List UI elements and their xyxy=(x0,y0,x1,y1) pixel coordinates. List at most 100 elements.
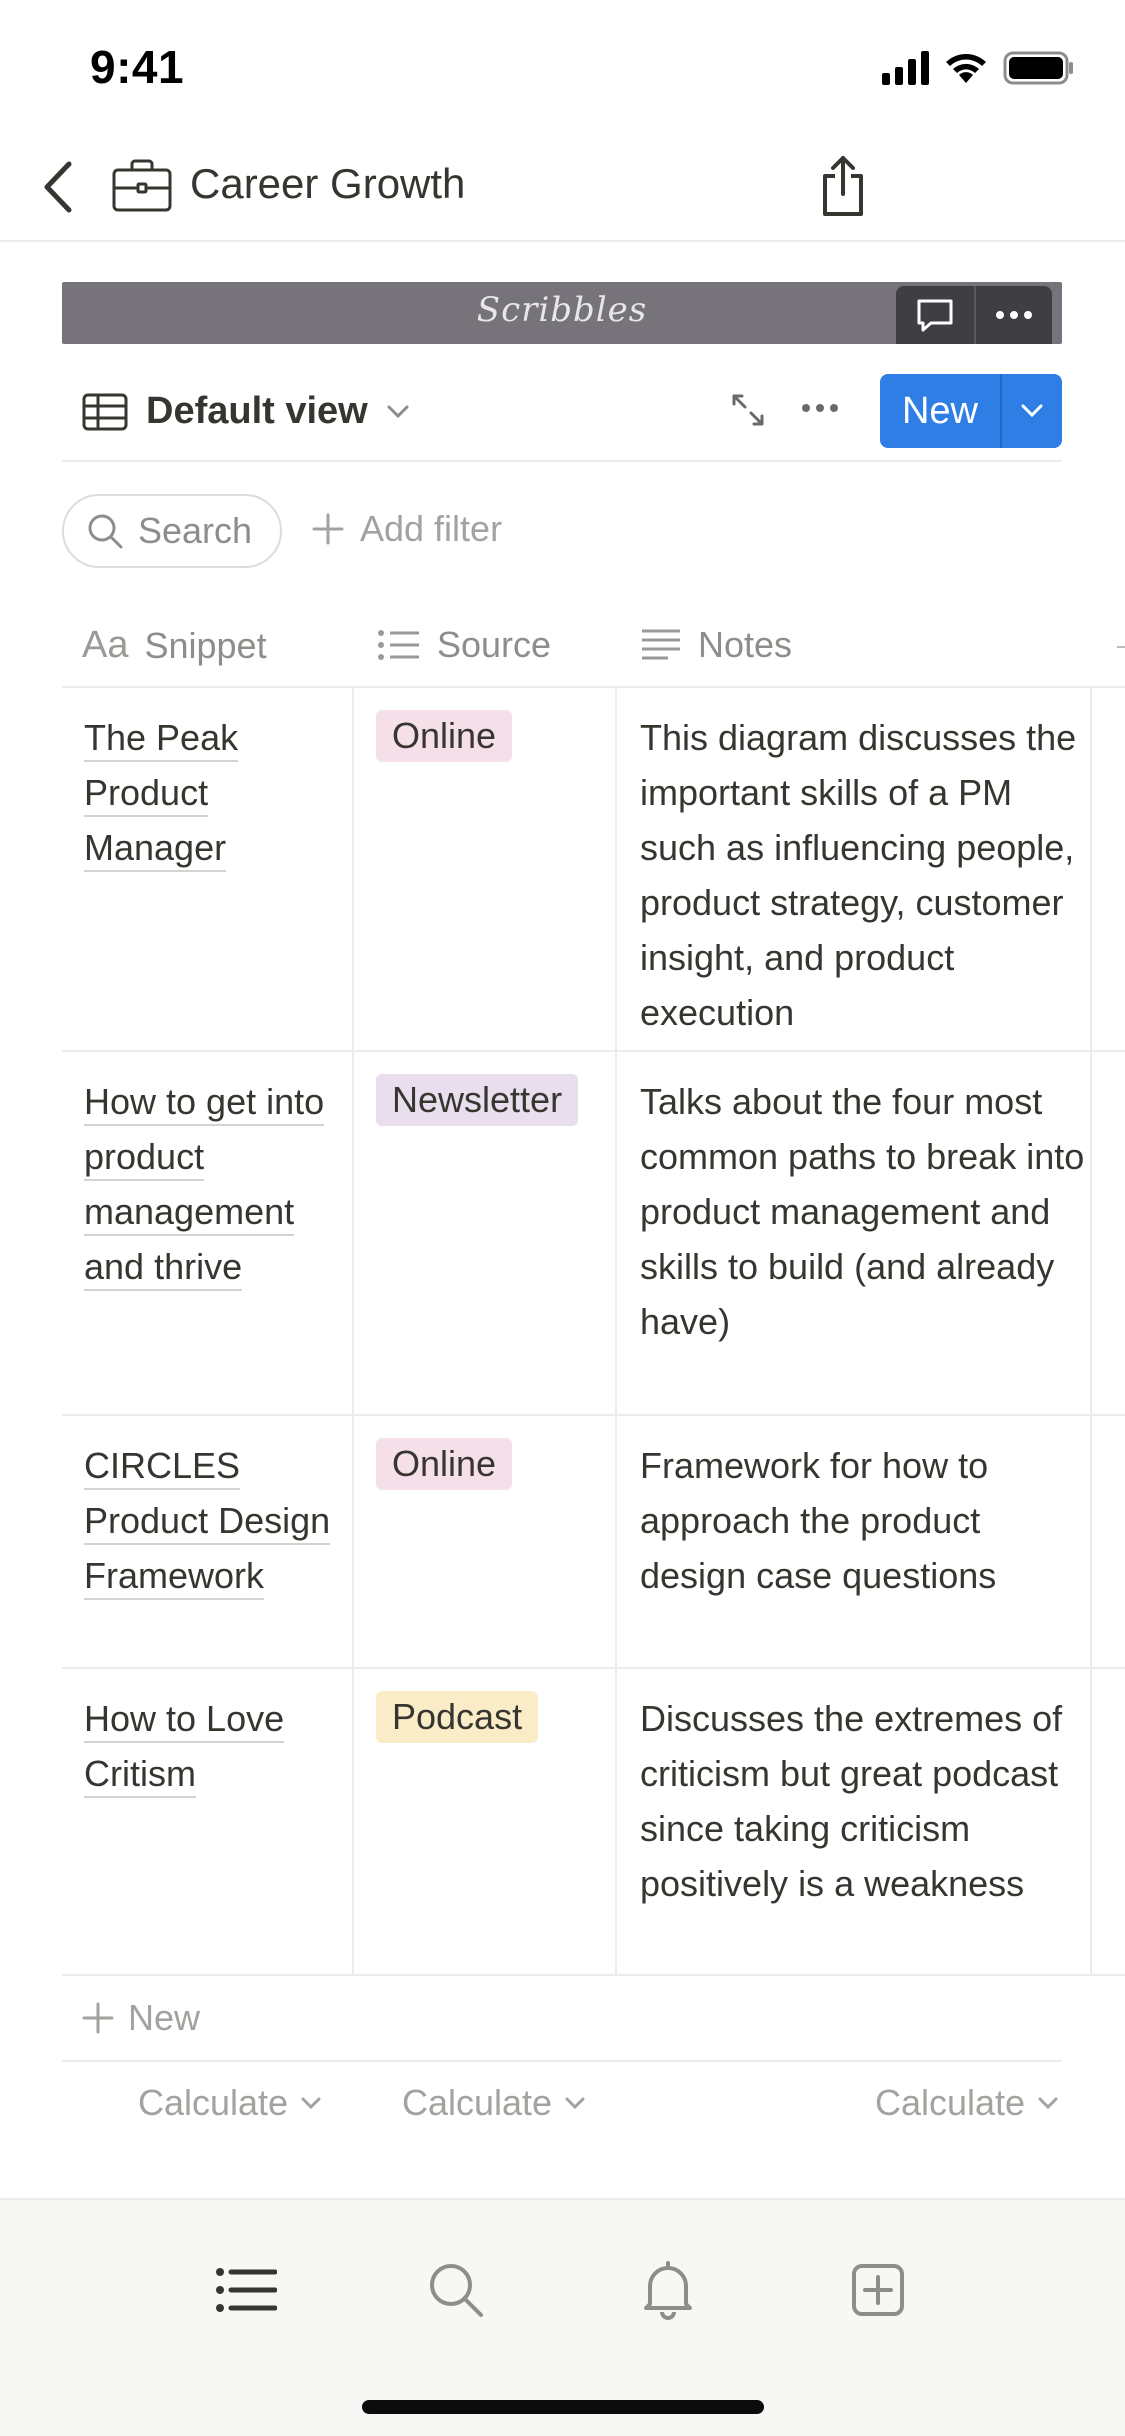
share-button[interactable] xyxy=(808,146,878,226)
new-options-button[interactable] xyxy=(1000,374,1062,448)
chevron-down-icon xyxy=(1021,404,1043,418)
table-row[interactable]: How to get into product management and t… xyxy=(62,1052,1125,1416)
column-divider xyxy=(1090,1416,1092,1667)
tab-notifications[interactable] xyxy=(628,2250,708,2330)
chevron-down-icon xyxy=(301,2097,321,2110)
search-label: Search xyxy=(138,510,253,551)
column-header-notes[interactable]: Notes xyxy=(640,624,792,666)
chevron-down-icon xyxy=(565,2097,585,2110)
cover-more-button[interactable] xyxy=(974,286,1052,344)
row-title: CIRCLES Product Design Framework xyxy=(84,1445,331,1600)
column-divider xyxy=(352,688,354,1050)
chevron-left-icon xyxy=(44,161,72,213)
source-tag[interactable]: Newsletter xyxy=(376,1074,579,1126)
row-title: The Peak Product Manager xyxy=(84,717,239,872)
wifi-icon xyxy=(946,54,986,83)
column-label: Notes xyxy=(698,624,793,665)
column-divider xyxy=(352,1669,354,1974)
text-property-icon: Aa xyxy=(82,624,129,666)
add-row-button[interactable]: New xyxy=(62,1976,1062,2062)
chevron-down-icon xyxy=(387,405,409,418)
column-divider xyxy=(1090,1669,1092,1974)
tab-new-page[interactable] xyxy=(838,2250,918,2330)
more-horizontal-icon xyxy=(996,311,1032,319)
column-label: Snippet xyxy=(144,624,267,666)
calculate-label: Calculate xyxy=(402,2082,553,2123)
row-title: How to Love Critism xyxy=(84,1698,285,1798)
table-icon xyxy=(82,393,128,430)
page-title: Career Growth xyxy=(190,160,466,207)
view-label: Default view xyxy=(146,390,368,432)
column-header-snippet[interactable]: Aa Snippet xyxy=(82,624,267,667)
home-indicator[interactable] xyxy=(362,2400,764,2414)
column-overflow-indicator xyxy=(1117,646,1125,648)
table-row[interactable]: How to Love Critism Podcast Discusses th… xyxy=(62,1669,1125,1976)
table-row[interactable]: The Peak Product Manager Online This dia… xyxy=(62,688,1125,1052)
calculate-notes[interactable]: Calculate xyxy=(875,2082,1059,2124)
calculate-snippet[interactable]: Calculate xyxy=(138,2082,322,2124)
comment-button[interactable] xyxy=(896,286,974,344)
list-icon xyxy=(378,630,419,660)
search-icon xyxy=(430,2264,483,2317)
source-tag[interactable]: Online xyxy=(376,710,513,762)
calculate-source[interactable]: Calculate xyxy=(402,2082,586,2124)
bell-icon xyxy=(644,2261,692,2320)
table-row[interactable]: CIRCLES Product Design Framework Online … xyxy=(62,1416,1125,1669)
briefcase-icon xyxy=(112,159,172,212)
status-icons xyxy=(882,50,1075,86)
column-divider xyxy=(1090,688,1092,1050)
plus-icon xyxy=(312,513,344,545)
search-button[interactable]: Search xyxy=(62,494,282,568)
share-icon xyxy=(823,156,863,216)
battery-icon xyxy=(1003,51,1073,85)
list-icon xyxy=(216,2268,277,2312)
status-time: 9:41 xyxy=(90,41,185,93)
add-filter-button[interactable]: Add filter xyxy=(312,508,502,550)
new-button-group: New xyxy=(880,374,1062,448)
plus-icon xyxy=(82,2002,114,2034)
navbar: Career Growth xyxy=(0,140,1125,242)
source-tag[interactable]: Podcast xyxy=(376,1691,539,1743)
new-page-icon xyxy=(852,2264,904,2316)
column-divider xyxy=(352,1052,354,1414)
calculate-label: Calculate xyxy=(875,2082,1026,2123)
notes-cell[interactable]: This diagram discusses the important ski… xyxy=(640,710,1085,1040)
tab-search[interactable] xyxy=(416,2250,496,2330)
back-button[interactable] xyxy=(28,152,88,222)
row-title-cell[interactable]: CIRCLES Product Design Framework xyxy=(84,1438,334,1603)
comment-icon xyxy=(917,299,953,332)
column-divider xyxy=(615,1669,617,1974)
row-title-cell[interactable]: How to get into product management and t… xyxy=(84,1074,334,1294)
row-title-cell[interactable]: The Peak Product Manager xyxy=(84,710,334,875)
new-button[interactable]: New xyxy=(880,374,1000,448)
row-title-cell[interactable]: How to Love Critism xyxy=(84,1691,334,1801)
row-title: How to get into product management and t… xyxy=(84,1081,325,1291)
add-filter-label: Add filter xyxy=(360,508,503,549)
view-toolbar: Default view New xyxy=(62,370,1062,462)
cellular-signal-icon xyxy=(882,51,929,85)
calculate-label: Calculate xyxy=(138,2082,289,2123)
expand-button[interactable] xyxy=(730,392,766,433)
column-header-source[interactable]: Source xyxy=(377,624,551,666)
column-label: Source xyxy=(437,624,552,665)
table-header: Aa Snippet Source Notes xyxy=(62,608,1125,688)
column-divider xyxy=(615,1416,617,1667)
cover-banner: Scribbles xyxy=(62,282,1062,344)
view-more-button[interactable] xyxy=(800,390,840,431)
expand-icon xyxy=(732,394,764,426)
database-table: Aa Snippet Source Notes The Peak Product… xyxy=(62,608,1125,1976)
column-divider xyxy=(615,1052,617,1414)
notes-cell[interactable]: Framework for how to approach the produc… xyxy=(640,1438,1085,1603)
source-tag[interactable]: Online xyxy=(376,1438,513,1490)
add-row-label: New xyxy=(128,1997,201,2038)
chevron-down-icon xyxy=(1038,2097,1058,2110)
search-icon xyxy=(88,514,123,549)
tab-home[interactable] xyxy=(206,2250,286,2330)
status-bar: 9:41 xyxy=(0,0,1125,140)
view-selector[interactable]: Default view xyxy=(82,390,410,433)
column-divider xyxy=(1090,1052,1092,1414)
notes-cell[interactable]: Talks about the four most common paths t… xyxy=(640,1074,1085,1349)
notes-cell[interactable]: Discusses the extremes of criticism but … xyxy=(640,1691,1085,1911)
column-divider xyxy=(352,1416,354,1667)
column-divider xyxy=(615,688,617,1050)
